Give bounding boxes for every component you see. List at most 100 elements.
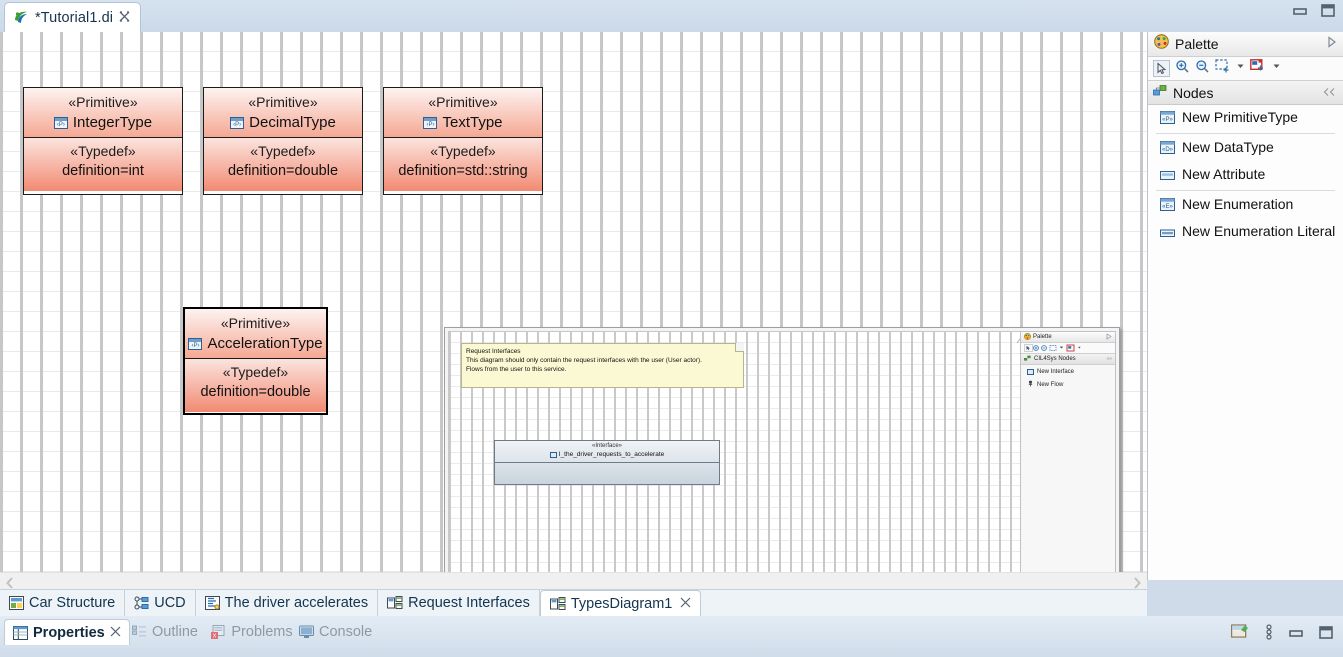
embedded-group-label: CIL4Sys Nodes xyxy=(1034,356,1076,362)
minimize-icon[interactable] xyxy=(1289,626,1303,644)
usecase-diagram-icon xyxy=(134,596,149,610)
view-tab-problems[interactable]: x Problems xyxy=(203,619,300,645)
palette-item-new-attribute[interactable]: New Attribute xyxy=(1148,162,1343,189)
embedded-comment-note: Request Interfaces This diagram should o… xyxy=(461,343,744,388)
marquee-select-icon[interactable] xyxy=(1215,58,1231,79)
uml-primitive-texttype[interactable]: «Primitive» TextType «Typedef» definitio… xyxy=(383,87,543,195)
collapse-icon[interactable] xyxy=(1323,84,1336,102)
uml-attribute-compartment: «Typedef» definition=std::string xyxy=(384,138,542,191)
composite-diagram-icon xyxy=(549,596,566,611)
embedded-interface-box: «Interface» I_the_driver_requests_to_acc… xyxy=(494,440,720,485)
activity-diagram-icon xyxy=(204,596,220,610)
magnifier-plus-icon[interactable] xyxy=(1175,59,1190,79)
uml-element-name: AccelerationType xyxy=(207,335,323,352)
uml-stereotype: «Primitive» xyxy=(428,94,498,110)
uml-primitive-integertype[interactable]: «Primitive» IntegerType «Typedef» defini… xyxy=(23,87,183,195)
uml-attribute: definition=double xyxy=(200,384,311,400)
arrow-cursor-icon[interactable] xyxy=(1153,60,1170,77)
embedded-palette-item-new-interface[interactable]: New Interface xyxy=(1021,365,1115,378)
view-tab-label: Outline xyxy=(152,624,198,640)
view-menu-icon[interactable] xyxy=(1265,624,1273,645)
uml-compartment-stereotype: «Typedef» xyxy=(430,143,496,159)
primitive-type-icon xyxy=(423,116,438,129)
diagram-tab-the-driver-accelerates[interactable]: The driver accelerates xyxy=(195,590,379,616)
uml-stereotype: «Primitive» xyxy=(220,315,291,331)
uml-name-compartment: «Primitive» TextType xyxy=(384,88,542,138)
embedded-canvas: Request Interfaces This diagram should o… xyxy=(448,331,1024,580)
palette-item-new-enumeration[interactable]: «E» New Enumeration xyxy=(1148,192,1343,219)
class-diagram-icon xyxy=(9,596,24,610)
view-tab-console[interactable]: Console xyxy=(291,619,380,645)
view-tab-label: Properties xyxy=(33,624,105,641)
uml-element-name: DecimalType xyxy=(249,114,336,131)
chevron-down-icon[interactable] xyxy=(1236,59,1245,78)
view-tab-label: Console xyxy=(319,624,373,640)
palette-title: Palette xyxy=(1175,36,1219,52)
embedded-interface-name: I_the_driver_requests_to_accelerate xyxy=(558,451,665,458)
primitive-type-icon xyxy=(53,116,68,129)
chevron-down-icon[interactable] xyxy=(1272,59,1281,78)
diagram-tab-label: Car Structure xyxy=(29,595,116,611)
enumeration-icon: «E» xyxy=(1160,198,1175,214)
close-icon[interactable] xyxy=(119,11,130,24)
note-line-1: This diagram should only contain the req… xyxy=(466,357,702,365)
triangle-right-icon[interactable] xyxy=(1327,35,1337,53)
embedded-palette-title: Palette xyxy=(1033,334,1052,340)
view-toolbar xyxy=(1231,624,1333,645)
palette-separator xyxy=(1156,190,1335,191)
svg-text:«E»: «E» xyxy=(1162,204,1173,210)
new-view-icon[interactable] xyxy=(1231,624,1249,645)
svg-text:x: x xyxy=(213,632,217,639)
palette-item-new-datatype[interactable]: «D» New DataType xyxy=(1148,135,1343,162)
uml-name-compartment: «Primitive» IntegerType xyxy=(24,88,182,138)
maximize-icon[interactable] xyxy=(1319,625,1333,644)
svg-text:«D»: «D» xyxy=(1162,147,1174,153)
primitive-type-icon xyxy=(230,116,245,129)
palette-item-new-enumeration-literal[interactable]: New Enumeration Literal xyxy=(1148,219,1343,246)
window-controls xyxy=(1293,4,1335,22)
palette-item-label: New Attribute xyxy=(1182,166,1266,182)
view-tab-label: Problems xyxy=(231,624,293,640)
palette-group-nodes[interactable]: Nodes xyxy=(1148,81,1343,105)
palette-item-new-primitivetype[interactable]: «P» New PrimitiveType xyxy=(1148,105,1343,132)
diagram-tab-request-interfaces[interactable]: Request Interfaces xyxy=(378,590,540,616)
minimize-icon[interactable] xyxy=(1293,4,1307,22)
embedded-screenshot-image[interactable]: Request Interfaces This diagram should o… xyxy=(444,327,1120,580)
palette-separator xyxy=(1156,133,1335,134)
diagram-tab-label: The driver accelerates xyxy=(224,595,369,611)
outline-icon xyxy=(132,625,147,639)
papyrus-swirl-icon xyxy=(13,10,29,25)
uml-attribute-compartment: «Typedef» definition=double xyxy=(204,138,362,191)
canvas-horizontal-scrollbar[interactable] xyxy=(0,572,1147,589)
palette-toolbar xyxy=(1148,57,1343,81)
diagram-tab-car-structure[interactable]: Car Structure xyxy=(0,590,126,616)
editor-tab-strip: *Tutorial1.di xyxy=(0,0,1343,32)
view-tab-properties[interactable]: Properties xyxy=(4,619,130,645)
embedded-palette-item-new-flow[interactable]: New Flow xyxy=(1021,378,1115,391)
uml-name-compartment: «Primitive» AccelerationType xyxy=(185,309,326,359)
note-line-2: Flows from the user to this service. xyxy=(466,366,567,374)
uml-attribute: definition=std::string xyxy=(398,163,528,179)
eclipse-papyrus-window: *Tutorial1.di «Primitive» IntegerType «T… xyxy=(0,0,1343,657)
palette-item-label: New Enumeration Literal xyxy=(1182,223,1336,239)
interface-icon xyxy=(1027,368,1034,375)
magnifier-minus-icon[interactable] xyxy=(1195,59,1210,79)
note-dogear-icon xyxy=(735,343,744,352)
close-icon[interactable] xyxy=(110,625,121,641)
uml-primitive-decimaltype[interactable]: «Primitive» DecimalType «Typedef» defini… xyxy=(203,87,363,195)
view-tab-bar: Properties Outline x Problems Console xyxy=(0,616,1343,657)
node-create-icon[interactable] xyxy=(1250,58,1267,79)
note-title: Request Interfaces xyxy=(466,348,521,355)
embedded-palette-icon xyxy=(1024,332,1031,342)
uml-attribute: definition=double xyxy=(227,163,339,179)
editor-tab-tutorial1[interactable]: *Tutorial1.di xyxy=(4,2,142,32)
view-tab-outline[interactable]: Outline xyxy=(124,619,206,645)
diagram-tab-typesdiagram1[interactable]: TypesDiagram1 xyxy=(539,590,702,616)
diagram-canvas[interactable]: «Primitive» IntegerType «Typedef» defini… xyxy=(0,32,1147,580)
diagram-tab-ucd[interactable]: UCD xyxy=(125,590,196,616)
maximize-icon[interactable] xyxy=(1321,4,1335,22)
diagram-tab-label: Request Interfaces xyxy=(408,595,530,611)
enumeration-literal-icon xyxy=(1160,225,1175,241)
close-icon[interactable] xyxy=(680,596,691,612)
uml-primitive-accelerationtype[interactable]: «Primitive» AccelerationType «Typedef» d… xyxy=(183,307,328,415)
